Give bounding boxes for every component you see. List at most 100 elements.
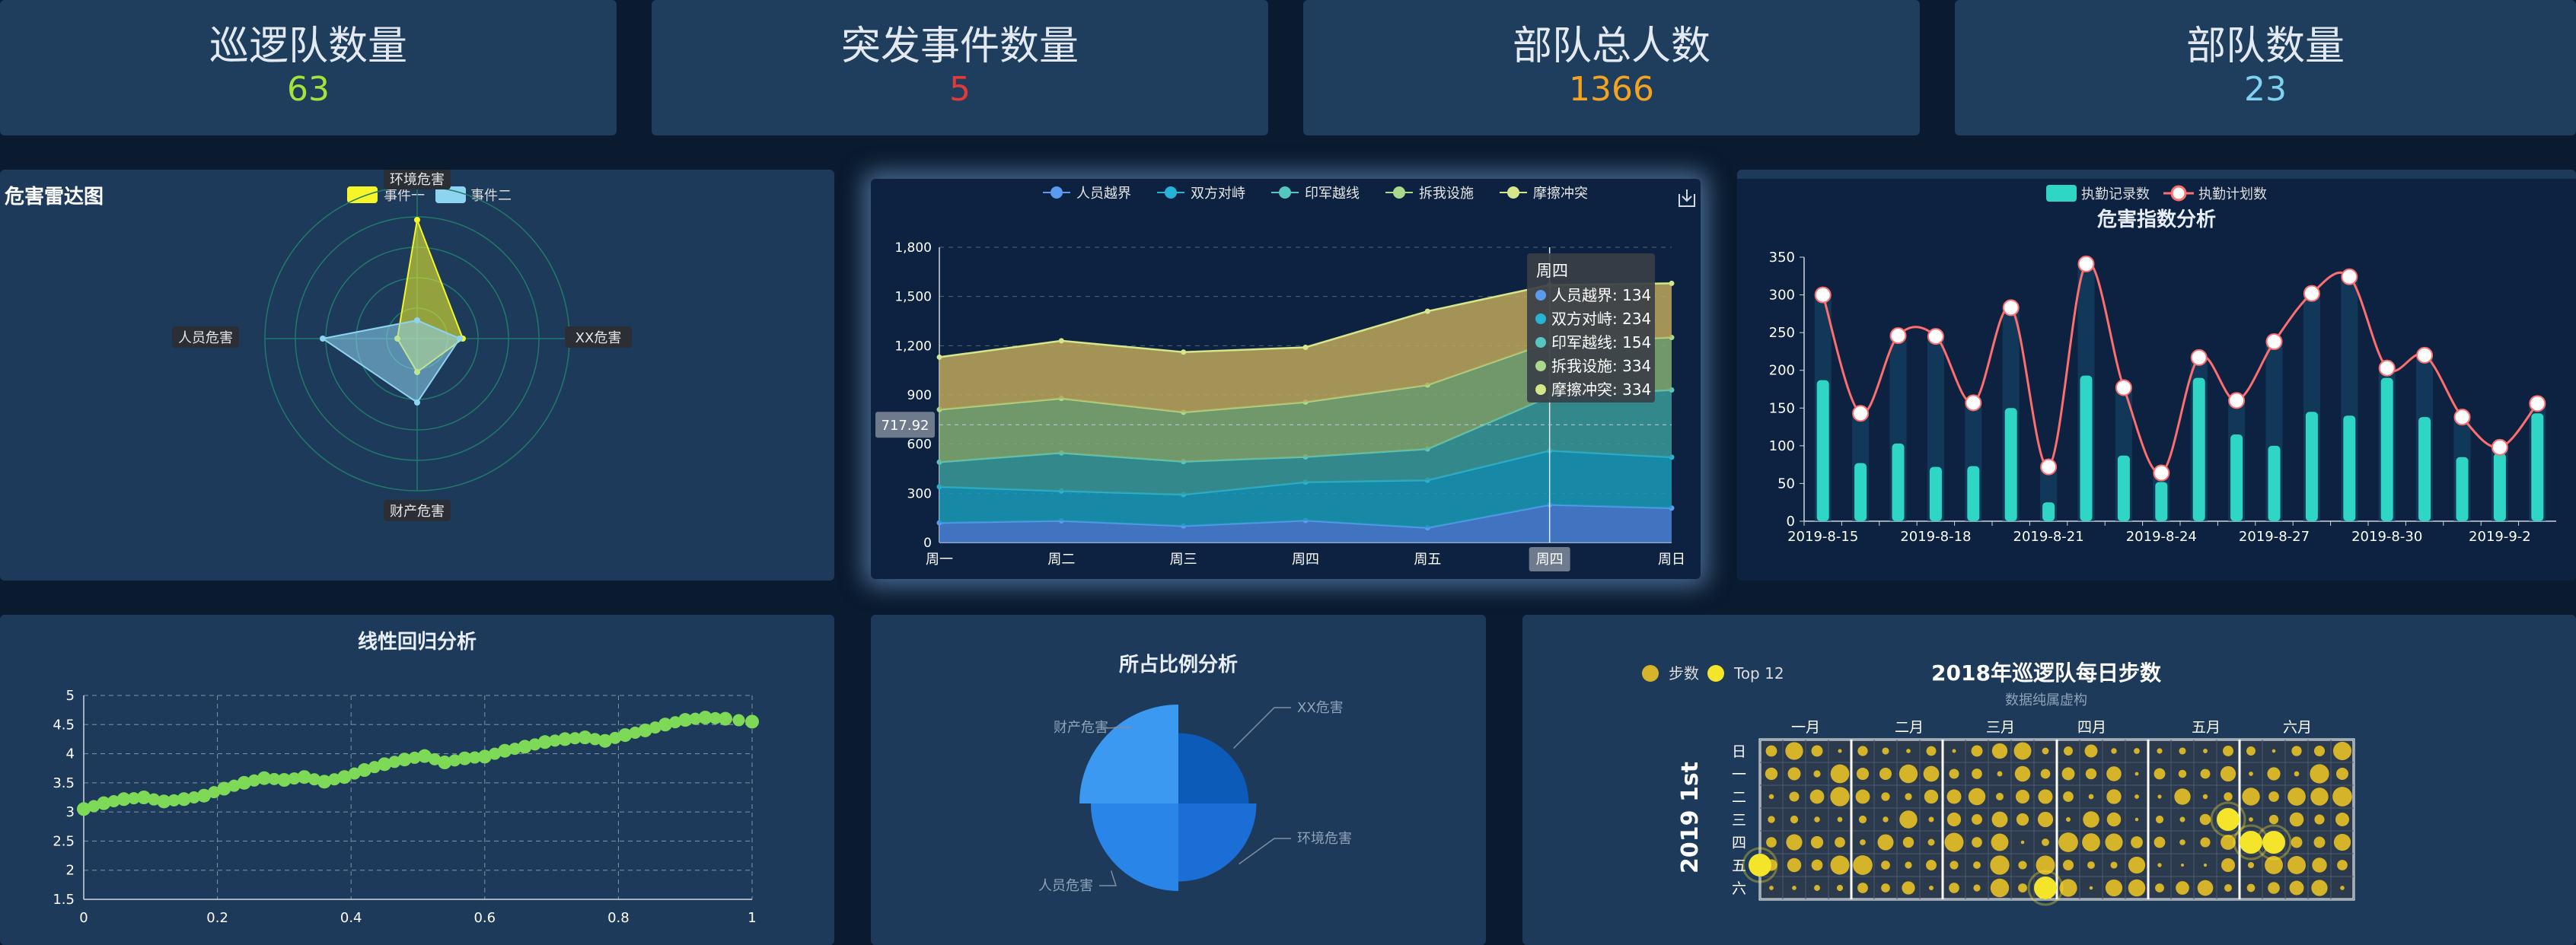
calendar-dot[interactable] <box>1929 886 1934 890</box>
calendar-dot[interactable] <box>1949 883 1959 893</box>
bar[interactable] <box>2117 455 2130 521</box>
bar[interactable] <box>2380 377 2393 521</box>
calendar-dot[interactable] <box>1860 839 1866 845</box>
calendar-dot[interactable] <box>2180 863 2185 867</box>
calendar-dot[interactable] <box>1905 861 1912 869</box>
calendar-dot[interactable] <box>1950 861 1959 870</box>
calendar-dot[interactable] <box>2203 749 2208 753</box>
calendar-dot[interactable] <box>1855 789 1870 804</box>
scatter-point[interactable] <box>718 711 732 726</box>
bar[interactable] <box>2305 412 2318 521</box>
area-point[interactable] <box>936 354 942 360</box>
calendar-dot[interactable] <box>1991 743 2008 759</box>
calendar-dot[interactable] <box>2223 746 2233 756</box>
calendar-dot[interactable] <box>1882 747 1889 755</box>
calendar-dot[interactable] <box>1926 860 1937 870</box>
calendar-dot[interactable] <box>1906 749 1911 753</box>
calendar-dot[interactable] <box>1924 789 1939 804</box>
plan-point[interactable] <box>1889 327 1907 345</box>
download-icon[interactable] <box>1679 189 1695 207</box>
calendar-dot[interactable] <box>2178 769 2187 778</box>
calendar-dot[interactable] <box>2157 863 2162 867</box>
calendar-dot[interactable] <box>2314 814 2325 825</box>
calendar-dot[interactable] <box>2154 836 2166 848</box>
top-dot[interactable] <box>2262 831 2285 854</box>
calendar-dot[interactable] <box>1811 859 1823 871</box>
calendar-dot[interactable] <box>1991 811 2008 828</box>
calendar-dot[interactable] <box>1830 764 1850 784</box>
calendar-dot[interactable] <box>2272 749 2276 753</box>
radar-series-area[interactable] <box>320 319 461 404</box>
calendar-dot[interactable] <box>1838 749 1842 753</box>
bar[interactable] <box>2493 453 2506 521</box>
calendar-dot[interactable] <box>2018 861 2027 870</box>
calendar-dot[interactable] <box>2064 746 2073 756</box>
calendar-dot[interactable] <box>2085 768 2097 780</box>
calendar-dot[interactable] <box>2310 788 2329 806</box>
calendar-dot[interactable] <box>2312 858 2327 873</box>
plan-point[interactable] <box>2040 458 2058 476</box>
plan-point[interactable] <box>2228 392 2246 409</box>
bar[interactable] <box>2230 434 2243 521</box>
calendar-dot[interactable] <box>1787 858 1802 873</box>
pie-slice[interactable] <box>1178 803 1257 882</box>
calendar-dot[interactable] <box>2246 883 2256 892</box>
calendar-dot[interactable] <box>2246 746 2256 756</box>
calendar-dot[interactable] <box>2199 813 2211 826</box>
calendar-dot[interactable] <box>2291 836 2303 848</box>
bar[interactable] <box>2268 445 2281 521</box>
calendar-dot[interactable] <box>2202 794 2208 800</box>
calendar-dot[interactable] <box>2037 811 2054 828</box>
calendar-dot[interactable] <box>1790 815 1799 824</box>
calendar-dot[interactable] <box>1858 815 1867 824</box>
calendar-dot[interactable] <box>2134 772 2139 776</box>
calendar-dot[interactable] <box>2106 789 2122 804</box>
calendar-dot[interactable] <box>1830 787 1850 807</box>
calendar-dot[interactable] <box>2106 766 2122 781</box>
calendar-dot[interactable] <box>1905 793 1912 800</box>
calendar-dot[interactable] <box>1899 764 1918 784</box>
calendar-dot[interactable] <box>1928 816 1934 822</box>
plan-point[interactable] <box>2115 379 2132 396</box>
calendar-dot[interactable] <box>2336 768 2348 780</box>
bar[interactable] <box>2080 375 2093 521</box>
bar[interactable] <box>2155 482 2168 521</box>
area-point[interactable] <box>1058 338 1064 344</box>
calendar-dot[interactable] <box>1877 834 1894 851</box>
calendar-dot[interactable] <box>1787 767 1801 781</box>
calendar-dot[interactable] <box>2157 794 2162 799</box>
calendar-dot[interactable] <box>2289 880 2304 896</box>
area-point[interactable] <box>1424 308 1430 314</box>
calendar-dot[interactable] <box>2105 879 2123 897</box>
calendar-dot[interactable] <box>1766 837 1777 848</box>
calendar-dot[interactable] <box>2332 741 2352 761</box>
calendar-dot[interactable] <box>2131 836 2143 848</box>
calendar-dot[interactable] <box>1830 855 1850 875</box>
calendar-dot[interactable] <box>1883 816 1889 822</box>
calendar-dot[interactable] <box>1946 812 1962 827</box>
calendar-dot[interactable] <box>1990 855 2010 875</box>
calendar-dot[interactable] <box>2220 765 2236 782</box>
calendar-dot[interactable] <box>2313 745 2326 757</box>
calendar-dot[interactable] <box>2332 787 2352 807</box>
calendar-dot[interactable] <box>1765 745 1777 757</box>
calendar-dot[interactable] <box>2155 815 2164 824</box>
radar-point[interactable] <box>320 336 326 342</box>
calendar-dot[interactable] <box>1881 861 1890 870</box>
calendar-dot[interactable] <box>2200 768 2211 779</box>
calendar-dot[interactable] <box>1972 768 1982 779</box>
area-point[interactable] <box>1669 280 1675 286</box>
calendar-dot[interactable] <box>2224 884 2232 892</box>
calendar-dot[interactable] <box>2249 772 2253 776</box>
calendar-dot[interactable] <box>1769 886 1774 890</box>
calendar-dot[interactable] <box>2291 746 2302 756</box>
area-legend[interactable]: 人员越界 双方对峙 印军越线 拆我设施 摩擦冲突 <box>1043 186 1588 202</box>
plan-point[interactable] <box>1927 328 1944 345</box>
calendar-dot[interactable] <box>2106 812 2122 827</box>
bar[interactable] <box>2531 413 2544 521</box>
calendar-dot[interactable] <box>1879 767 1892 781</box>
bar[interactable] <box>2004 408 2017 521</box>
top-dot[interactable] <box>1749 854 1771 877</box>
calendar-dot[interactable] <box>2179 747 2186 755</box>
plan-point[interactable] <box>2416 346 2434 364</box>
